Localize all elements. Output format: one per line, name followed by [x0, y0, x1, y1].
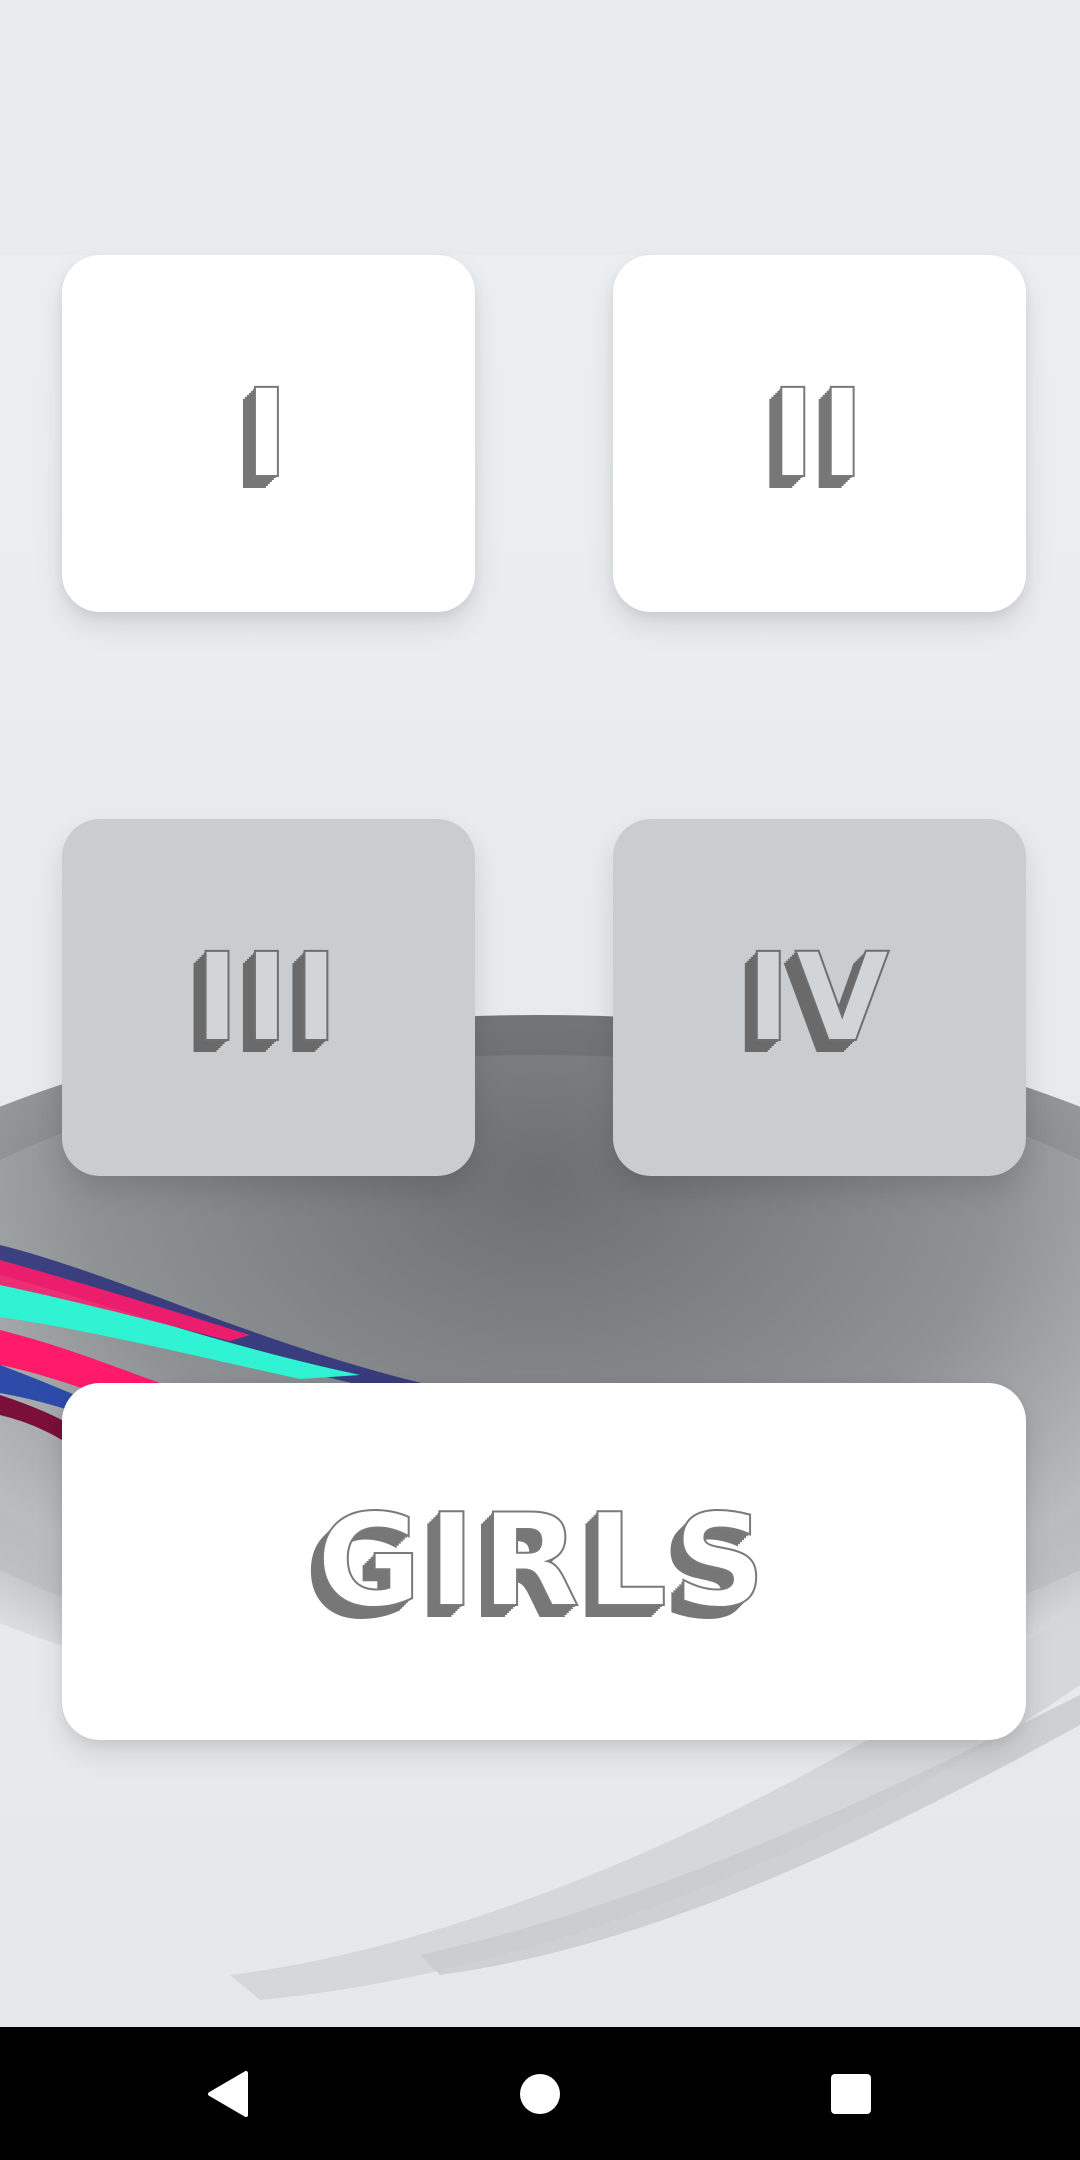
recents-button[interactable]: [781, 2027, 921, 2160]
level-3-label: III: [193, 926, 343, 1069]
level-3-card[interactable]: III: [62, 819, 475, 1176]
level-4-label: IV: [745, 926, 894, 1069]
level-1-card[interactable]: I: [62, 255, 475, 612]
girls-label: GIRLS: [316, 1486, 772, 1636]
level-2-card[interactable]: II: [613, 255, 1026, 612]
status-area: [0, 0, 1080, 255]
girls-button[interactable]: GIRLS: [62, 1383, 1026, 1740]
level-4-card[interactable]: IV: [613, 819, 1026, 1176]
level-2-label: II: [769, 362, 869, 505]
back-triangle-icon: [208, 2070, 248, 2117]
level-1-label: I: [243, 362, 294, 505]
recents-square-icon: [831, 2073, 871, 2114]
home-circle-icon: [520, 2073, 560, 2114]
navigation-bar: [0, 2027, 1080, 2160]
back-button[interactable]: [157, 2027, 297, 2160]
home-button[interactable]: [470, 2027, 610, 2160]
